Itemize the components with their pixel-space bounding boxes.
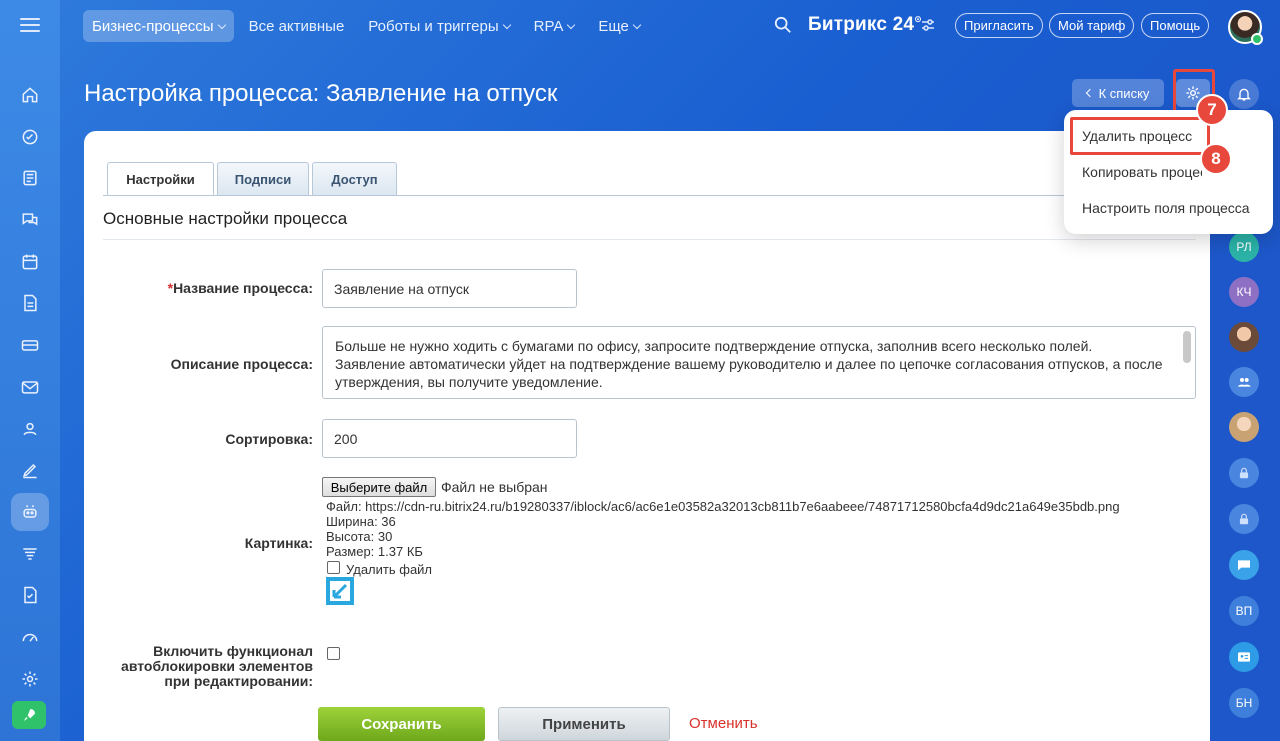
gauge-icon[interactable] <box>11 618 49 656</box>
process-picture-icon <box>326 577 354 605</box>
tariff-button[interactable]: Мой тариф <box>1049 13 1135 38</box>
rail-chat-icon[interactable] <box>1229 550 1259 580</box>
copy-process-item[interactable]: Копировать процесс <box>1082 164 1202 180</box>
invite-button[interactable]: Пригласить <box>955 13 1043 38</box>
delete-file-checkbox[interactable] <box>327 561 340 574</box>
chevron-left-icon <box>1085 88 1094 98</box>
rail-avatar-rl[interactable]: РЛ <box>1229 232 1259 262</box>
step-badge-8: 8 <box>1200 143 1232 175</box>
file-width-text: Ширина: 36 <box>326 514 396 529</box>
process-name-input[interactable]: Заявление на отпуск <box>322 269 577 308</box>
chevron-down-icon <box>632 20 642 29</box>
autolock-label: Включить функционал автоблокировки элеме… <box>121 643 313 689</box>
autolock-checkbox[interactable] <box>327 647 340 660</box>
help-button[interactable]: Помощь <box>1141 13 1210 38</box>
tab-bar: Настройки Подписи Доступ <box>107 162 397 196</box>
choose-file-button[interactable]: Выберите файл <box>322 477 436 497</box>
file-size-text: Размер: 1.37 КБ <box>326 544 423 559</box>
left-sidebar <box>0 0 60 741</box>
rail-avatar-bn[interactable]: БН <box>1229 688 1259 718</box>
tab-signatures[interactable]: Подписи <box>217 162 309 195</box>
process-description-label: Описание процесса: <box>170 356 313 372</box>
nav-item-more[interactable]: Еще <box>589 10 649 42</box>
rail-avatar-photo[interactable] <box>1229 322 1259 352</box>
card-icon[interactable] <box>11 326 49 364</box>
pulse-icon[interactable] <box>11 118 49 156</box>
section-divider <box>103 239 1196 240</box>
save-button[interactable]: Сохранить <box>318 707 485 741</box>
file-path-text: Файл: https://cdn-ru.bitrix24.ru/b192803… <box>326 499 1120 514</box>
online-status-icon <box>1251 33 1263 45</box>
nav-item-business-processes[interactable]: Бизнес-процессы <box>83 10 234 42</box>
contacts-icon[interactable] <box>11 410 49 448</box>
section-title: Основные настройки процесса <box>103 209 348 228</box>
tab-settings[interactable]: Настройки <box>107 162 214 196</box>
sort-input[interactable]: 200 <box>322 419 577 458</box>
page-title: Настройка процесса: Заявление на отпуск <box>84 80 558 107</box>
chevron-down-icon <box>567 20 576 29</box>
tab-divider <box>103 195 1196 196</box>
cancel-link[interactable]: Отменить <box>689 715 758 732</box>
delete-file-label: Удалить файл <box>346 562 433 577</box>
back-to-list-button[interactable]: К списку <box>1072 79 1164 107</box>
rail-id-card-icon[interactable] <box>1229 642 1259 672</box>
file-none-text: Файл не выбран <box>441 479 548 495</box>
home-icon[interactable] <box>11 76 49 114</box>
rail-group-icon[interactable] <box>1229 367 1259 397</box>
calendar-icon[interactable] <box>11 243 49 281</box>
chevron-down-icon <box>217 20 226 29</box>
apply-button[interactable]: Применить <box>498 707 670 741</box>
rail-avatar-kch[interactable]: КЧ <box>1229 277 1259 307</box>
chat-icon[interactable] <box>11 201 49 239</box>
process-name-label: *Название процесса: <box>167 280 313 296</box>
rail-avatar-vp[interactable]: ВП <box>1229 596 1259 626</box>
feed-icon[interactable] <box>11 159 49 197</box>
process-description-textarea[interactable]: Больше не нужно ходить с бумагами по офи… <box>322 326 1196 399</box>
tune-icon[interactable] <box>921 18 935 32</box>
configure-fields-item[interactable]: Настроить поля процесса <box>1082 200 1250 216</box>
rocket-icon[interactable] <box>12 701 46 729</box>
notifications-bell[interactable] <box>1229 79 1259 109</box>
rail-lock-icon[interactable] <box>1229 458 1259 488</box>
document-icon[interactable] <box>11 284 49 322</box>
settings-icon[interactable] <box>11 660 49 698</box>
search-icon[interactable] <box>774 16 792 34</box>
nav-item-all-active[interactable]: Все активные <box>240 10 354 42</box>
delete-highlight-frame <box>1070 117 1210 155</box>
task-icon[interactable] <box>11 576 49 614</box>
picture-label: Картинка: <box>244 535 313 551</box>
menu-icon[interactable] <box>19 14 41 36</box>
nav-item-robots-triggers[interactable]: Роботы и триггеры <box>359 10 518 42</box>
nav-item-rpa[interactable]: RPA <box>525 10 584 42</box>
rail-avatar-photo-2[interactable] <box>1229 412 1259 442</box>
tab-access[interactable]: Доступ <box>312 162 397 195</box>
rail-lock-icon[interactable] <box>1229 504 1259 534</box>
bitrix-logo[interactable]: Битрикс 24⊙ <box>808 14 922 36</box>
file-height-text: Высота: 30 <box>326 529 393 544</box>
textarea-scrollbar[interactable] <box>1183 331 1191 363</box>
sign-icon[interactable] <box>11 451 49 489</box>
bell-icon <box>1237 88 1251 101</box>
step-badge-7: 7 <box>1196 94 1228 126</box>
mail-icon[interactable] <box>11 368 49 406</box>
robot-icon[interactable] <box>11 492 49 531</box>
sort-label: Сортировка: <box>225 431 313 447</box>
filter-icon[interactable] <box>11 535 49 573</box>
top-navigation: Бизнес-процессы Все активные Роботы и тр… <box>83 10 649 42</box>
chevron-down-icon <box>502 20 511 29</box>
